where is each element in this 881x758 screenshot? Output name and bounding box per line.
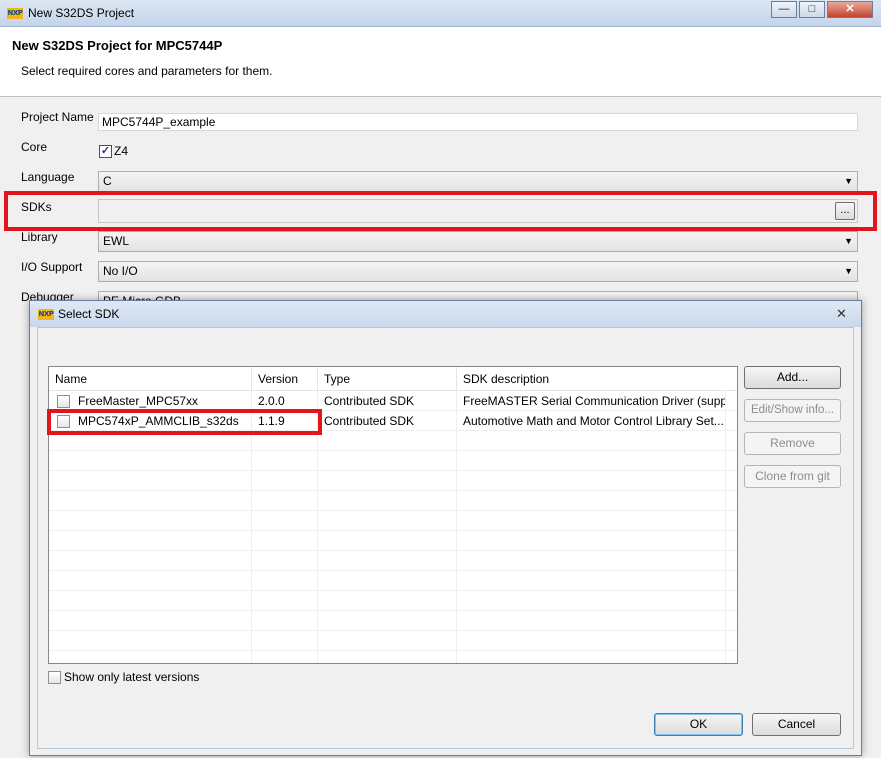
page-title: New S32DS Project for MPC5744P — [12, 38, 223, 53]
library-label: Library — [21, 230, 58, 244]
dialog-title-bar[interactable]: NXP Select SDK ✕ — [30, 301, 861, 327]
project-name-input[interactable]: MPC5744P_example — [98, 113, 858, 131]
column-header-name[interactable]: Name — [49, 367, 252, 391]
core-label: Core — [21, 140, 48, 154]
sdk-description: Automotive Math and Motor Control Librar… — [463, 414, 724, 428]
io-support-label: I/O Support — [21, 260, 83, 274]
add-sdk-button[interactable]: Add... — [744, 366, 841, 389]
column-header-type[interactable]: Type — [318, 367, 457, 391]
close-icon[interactable]: ✕ — [836, 306, 847, 322]
language-label: Language — [21, 170, 75, 184]
sdk-name: FreeMaster_MPC57xx — [78, 394, 199, 408]
wizard-banner: New S32DS Project for MPC5744P Select re… — [0, 27, 881, 97]
remove-button[interactable]: Remove — [744, 432, 841, 455]
sdk-version: 2.0.0 — [258, 394, 285, 408]
row-checkbox[interactable] — [57, 395, 70, 408]
clone-from-git-button[interactable]: Clone from git — [744, 465, 841, 488]
edit-show-info-button[interactable]: Edit/Show info... — [744, 399, 841, 422]
window-title: New S32DS Project — [28, 6, 135, 20]
chevron-down-icon: ▼ — [844, 266, 853, 276]
latest-versions-checkbox[interactable] — [48, 671, 61, 684]
chevron-down-icon: ▼ — [844, 176, 853, 186]
column-header-description[interactable]: SDK description — [457, 367, 737, 391]
project-name-label: Project Name — [21, 110, 94, 124]
sdk-type: Contributed SDK — [324, 414, 415, 428]
library-value: EWL — [103, 234, 130, 248]
chevron-down-icon: ▼ — [844, 236, 853, 246]
sdk-description: FreeMASTER Serial Communication Driver (… — [463, 394, 725, 408]
nxp-logo-icon: NXP — [7, 8, 23, 19]
ok-button[interactable]: OK — [654, 713, 743, 736]
page-subtitle: Select required cores and parameters for… — [21, 64, 273, 78]
dialog-title: Select SDK — [58, 307, 120, 321]
nxp-logo-icon: NXP — [38, 309, 54, 320]
io-support-value: No I/O — [103, 264, 138, 278]
latest-versions-label: Show only latest versions — [64, 670, 200, 684]
library-select[interactable]: EWL ▼ — [98, 231, 858, 252]
language-select[interactable]: C ▼ — [98, 171, 858, 192]
column-header-version[interactable]: Version — [252, 367, 318, 391]
sdk-type: Contributed SDK — [324, 394, 415, 408]
close-icon[interactable]: ✕ — [827, 1, 873, 18]
cancel-button[interactable]: Cancel — [752, 713, 841, 736]
sdk-row-highlight — [47, 409, 322, 435]
table-row[interactable]: FreeMaster_MPC57xx 2.0.0 Contributed SDK… — [49, 391, 737, 411]
window-title-bar[interactable]: NXP New S32DS Project — □ ✕ — [0, 0, 881, 27]
minimize-icon[interactable]: — — [771, 1, 797, 18]
maximize-icon[interactable]: □ — [799, 1, 825, 18]
language-value: C — [103, 174, 112, 188]
core-z4-checkbox[interactable]: ✓ — [99, 145, 112, 158]
io-support-select[interactable]: No I/O ▼ — [98, 261, 858, 282]
sdks-highlight — [4, 191, 877, 231]
core-z4-label: Z4 — [114, 144, 129, 158]
